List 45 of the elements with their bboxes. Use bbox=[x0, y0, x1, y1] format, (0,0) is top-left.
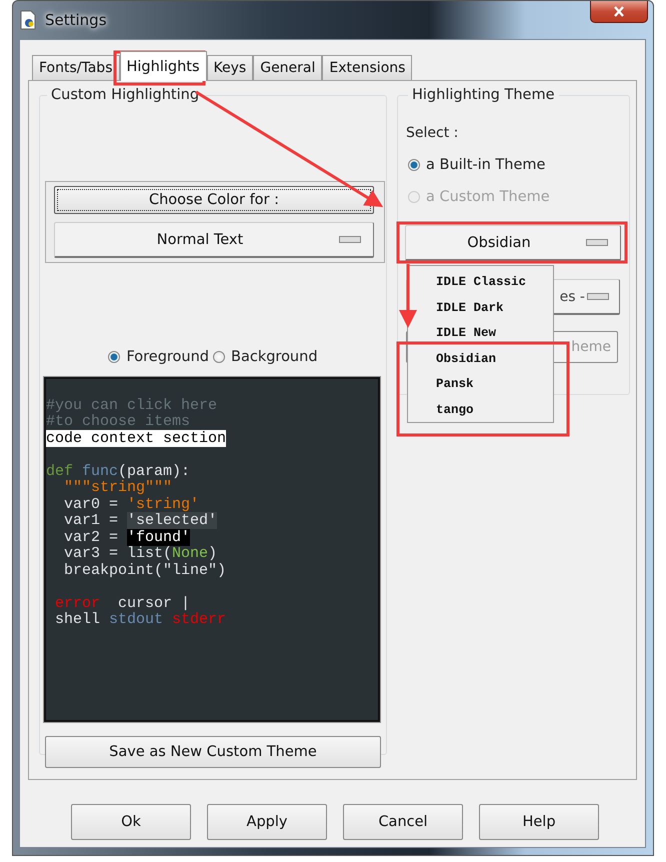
code-line: error cursor | bbox=[54, 594, 190, 612]
group-title: Custom Highlighting bbox=[50, 87, 200, 103]
dropdown-indicator-icon bbox=[587, 293, 609, 300]
group-title: Highlighting Theme bbox=[411, 87, 556, 103]
radio-button[interactable]: Foreground bbox=[108, 349, 210, 365]
dialog-button[interactable]: Cancel bbox=[343, 804, 463, 840]
app-icon bbox=[19, 10, 37, 30]
tab[interactable]: Extensions bbox=[322, 55, 412, 80]
code-line: def func(param): bbox=[46, 462, 190, 480]
close-button[interactable] bbox=[590, 1, 648, 23]
code-line: var1 = 'selected' bbox=[63, 512, 218, 529]
dialog-button[interactable]: Ok bbox=[71, 804, 191, 840]
dialog-button[interactable]: Apply bbox=[207, 804, 327, 840]
code-line: breakpoint("line") bbox=[63, 562, 226, 578]
menu-item[interactable]: IDLE Classic bbox=[436, 270, 553, 296]
radio-button[interactable]: Background bbox=[213, 349, 318, 365]
code-line: var3 = list(None) bbox=[63, 545, 218, 562]
menu-item[interactable]: IDLE New bbox=[436, 321, 553, 346]
choose-color-button[interactable]: Choose Color for : bbox=[54, 186, 374, 214]
close-icon bbox=[613, 6, 625, 17]
code-line: var0 = 'string' bbox=[63, 496, 200, 512]
code-line: shell stdout stderr bbox=[54, 611, 226, 628]
tab[interactable]: Keys bbox=[206, 55, 254, 80]
dialog-button[interactable]: Help bbox=[479, 804, 599, 840]
code-line: #you can click here bbox=[46, 396, 218, 414]
radio-button[interactable]: a Built-in Theme bbox=[408, 157, 621, 173]
code-line: var2 = 'found' bbox=[63, 528, 190, 546]
dropdown-indicator-icon bbox=[339, 236, 361, 243]
menu-item[interactable]: IDLE Dark bbox=[436, 296, 553, 321]
menu-item[interactable]: Pansk bbox=[436, 372, 553, 398]
theme-dropdown[interactable]: Obsidian bbox=[405, 225, 621, 261]
code-sample-area[interactable] bbox=[44, 377, 380, 722]
tab[interactable]: Highlights bbox=[120, 51, 207, 81]
element-dropdown[interactable]: Normal Text bbox=[54, 222, 374, 258]
dropdown-indicator-icon bbox=[586, 239, 608, 246]
tab[interactable]: Fonts/Tabs bbox=[32, 55, 120, 80]
code-line: """string""" bbox=[63, 479, 172, 496]
code-line: #to choose items bbox=[46, 413, 190, 430]
menu-item[interactable]: Obsidian bbox=[436, 346, 553, 372]
save-theme-button[interactable]: Save as New Custom Theme bbox=[45, 736, 381, 768]
tab[interactable]: General bbox=[253, 55, 322, 80]
select-label: Select : bbox=[406, 125, 460, 141]
menu-item[interactable]: tango bbox=[436, 398, 553, 423]
annotation-arrow bbox=[399, 264, 417, 328]
window-title: Settings bbox=[45, 11, 107, 29]
